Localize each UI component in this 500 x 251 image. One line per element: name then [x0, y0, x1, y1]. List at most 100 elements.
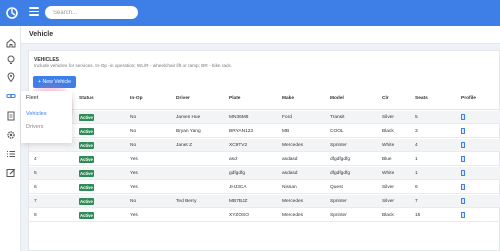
- cell-seats: 3: [415, 129, 418, 134]
- profile-document-icon[interactable]: [461, 198, 465, 204]
- table-row[interactable]: 6 Active Yes JHJ3CA Nissan Quest Silver 6: [29, 181, 500, 194]
- cell-seats: 7: [415, 199, 418, 204]
- cell-make: asdasd: [282, 157, 298, 162]
- flyout-item-drivers[interactable]: Drivers: [26, 124, 43, 130]
- col-header-status[interactable]: Status: [79, 96, 94, 101]
- cell-color: Silver: [382, 115, 394, 120]
- cell-model: Transit: [330, 115, 345, 120]
- profile-document-icon[interactable]: [461, 170, 465, 176]
- cell-model: COOL: [330, 129, 344, 134]
- profile-document-icon[interactable]: [461, 128, 465, 134]
- cell-color: Black: [382, 213, 394, 218]
- list-icon[interactable]: [5, 148, 16, 159]
- page-header: Vehicle: [21, 26, 500, 44]
- sidebar: [0, 26, 21, 251]
- cell-plate: XYZOSO: [229, 213, 249, 218]
- profile-document-icon[interactable]: [461, 142, 465, 148]
- cell-model: dfgdfgdfg: [330, 171, 351, 176]
- cell-model: Quest: [330, 185, 343, 190]
- table-row[interactable]: 5 Active Yes gdfgdfg asdasd dfgdfgdfg White 1: [29, 167, 500, 180]
- cell-inop: Yes: [130, 213, 138, 218]
- col-header-seats[interactable]: Seats: [415, 96, 428, 101]
- profile-document-icon[interactable]: [461, 184, 465, 190]
- top-bar: [0, 0, 500, 26]
- cell-seats: 4: [415, 143, 418, 148]
- cell-model: Sprinter: [330, 213, 347, 218]
- cell-make: Mercedes: [282, 213, 304, 218]
- edit-icon[interactable]: [5, 167, 16, 178]
- table-row[interactable]: 4 Active Yes asd asdasd dfgdfgdfg Blue 1: [29, 153, 500, 166]
- status-badge: Active: [79, 184, 94, 191]
- table-row[interactable]: 8 Active Yes XYZOSO Mercedes Sprinter Black 15: [29, 209, 500, 222]
- pin-icon[interactable]: [5, 71, 16, 82]
- page-title: Vehicle: [29, 31, 54, 38]
- cell-plate: BRYAN123: [229, 129, 254, 134]
- status-badge: Active: [79, 212, 94, 219]
- col-header-driver[interactable]: Driver: [176, 96, 190, 101]
- cell-inop: No: [130, 199, 137, 204]
- table-row[interactable]: Active No Janet Z XC9TV2 Mercedes Sprinter Whi…: [29, 139, 500, 152]
- cell-seats: 1: [415, 171, 418, 176]
- profile-document-icon[interactable]: [461, 212, 465, 218]
- gear-icon[interactable]: [5, 129, 16, 140]
- vehicles-card: VEHICLES Include vehicles for services. …: [28, 50, 500, 251]
- cell-model: dfgdfgdfg: [330, 157, 351, 162]
- search-box[interactable]: [45, 6, 138, 19]
- cell-color: White: [382, 143, 395, 148]
- status-badge: Active: [79, 156, 94, 163]
- status-badge: Active: [79, 142, 94, 149]
- cell-plate: gdfgdfg: [229, 171, 246, 176]
- cell-inop: No: [130, 143, 137, 148]
- cell-model: Sprinter: [330, 143, 347, 148]
- cell-driver: Janet Z: [176, 143, 192, 148]
- flyout-item-vehicles[interactable]: Vehicles: [26, 111, 47, 117]
- cell-make: Ford: [282, 115, 292, 120]
- cell-plate: MN36M8: [229, 115, 249, 120]
- cell-number: 5: [34, 171, 37, 176]
- bulb-icon[interactable]: [5, 54, 16, 65]
- col-header-profile[interactable]: Profile: [461, 96, 476, 101]
- col-header-make[interactable]: Make: [282, 96, 294, 101]
- status-badge: Active: [79, 170, 94, 177]
- cell-inop: Yes: [130, 157, 138, 162]
- cell-driver: James Hue: [176, 115, 201, 120]
- cell-seats: 15: [415, 213, 421, 218]
- cell-seats: 5: [415, 115, 418, 120]
- cell-inop: Yes: [130, 171, 138, 176]
- col-header-inop[interactable]: In-Op: [130, 96, 143, 101]
- cell-number: 7: [34, 199, 37, 204]
- cell-make: Mercedes: [282, 143, 304, 148]
- cell-color: Silver: [382, 199, 394, 204]
- documents-icon[interactable]: [5, 110, 16, 121]
- card-description: Include vehicles for services. In-Op -in…: [34, 63, 232, 68]
- cell-model: Sprinter: [330, 199, 347, 204]
- table-row[interactable]: 7 Active No Ted Berry MB7BJZ Mercedes Sprinter…: [29, 195, 500, 208]
- home-icon[interactable]: [5, 37, 16, 48]
- search-input[interactable]: [53, 8, 131, 17]
- cell-number: 6: [34, 185, 37, 190]
- cell-driver: Bryan Yang: [176, 129, 201, 134]
- cell-inop: No: [130, 129, 137, 134]
- fleet-flyout-menu: Fleet Vehicles Drivers: [21, 91, 72, 143]
- col-header-color[interactable]: Clr: [382, 96, 389, 101]
- col-header-plate[interactable]: Plate: [229, 96, 240, 101]
- app-logo-icon[interactable]: [5, 6, 19, 20]
- table-header-row: Status In-Op Driver Plate Make Model Clr…: [29, 96, 500, 110]
- cell-make: Mercedes: [282, 199, 304, 204]
- cell-make: asdasd: [282, 171, 298, 176]
- cell-make: Nissan: [282, 185, 297, 190]
- cell-color: White: [382, 171, 395, 176]
- cell-make: MB: [282, 129, 290, 134]
- link-icon[interactable]: [5, 90, 16, 101]
- cell-plate: asd: [229, 157, 237, 162]
- status-badge: Active: [79, 128, 94, 135]
- profile-document-icon[interactable]: [461, 114, 465, 120]
- col-header-model[interactable]: Model: [330, 96, 344, 101]
- cell-inop: No: [130, 115, 137, 120]
- status-badge: Active: [79, 114, 94, 121]
- table-row[interactable]: Active No James Hue MN36M8 Ford Transit Silver…: [29, 111, 500, 124]
- profile-document-icon[interactable]: [461, 156, 465, 162]
- hamburger-menu-icon[interactable]: [29, 7, 39, 16]
- table-row[interactable]: Active No Bryan Yang BRYAN123 MB COOL Black 3: [29, 125, 500, 138]
- cell-color: Blue: [382, 157, 392, 162]
